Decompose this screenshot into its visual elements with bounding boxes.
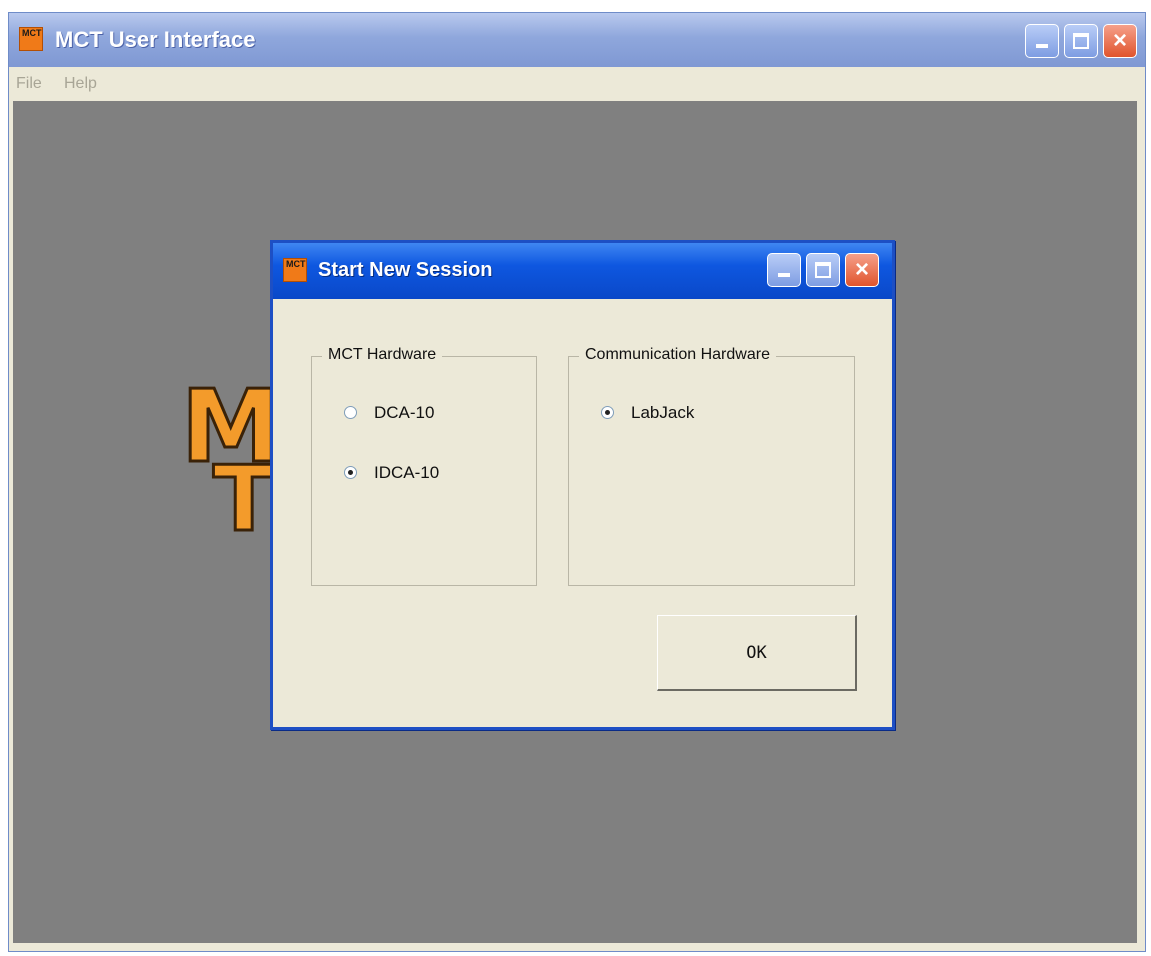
radio-button-selected[interactable] [601, 406, 614, 419]
mct-hardware-label: MCT Hardware [322, 346, 443, 364]
menu-file[interactable]: File [16, 75, 42, 93]
dialog-title: Start New Session [318, 259, 493, 281]
radio-button-selected[interactable] [344, 466, 357, 479]
dialog-title-bar[interactable]: MCT Start New Session × [273, 243, 892, 299]
mct-hardware-group: MCT Hardware DCA-10 IDCA-10 [311, 346, 537, 586]
close-button[interactable]: × [1103, 24, 1137, 58]
dialog-maximize-button[interactable] [806, 253, 840, 287]
start-session-dialog: MCT Start New Session × MCT Hardware DCA… [270, 240, 895, 730]
close-icon: × [1112, 27, 1127, 54]
dialog-logo-icon: MCT [283, 258, 307, 282]
communication-hardware-label: Communication Hardware [579, 346, 776, 364]
radio-label: IDCA-10 [374, 463, 440, 482]
menu-help[interactable]: Help [64, 75, 97, 93]
radio-button[interactable] [344, 406, 357, 419]
dialog-close-button[interactable]: × [845, 253, 879, 287]
close-icon: × [854, 256, 869, 283]
ok-button[interactable]: OK [657, 615, 857, 691]
dialog-minimize-button[interactable] [767, 253, 801, 287]
radio-label: LabJack [631, 403, 695, 422]
menu-bar: File Help [9, 67, 1145, 100]
window-title: MCT User Interface [55, 27, 256, 52]
maximize-icon [1073, 33, 1089, 49]
radio-label: DCA-10 [374, 403, 435, 422]
minimize-icon [778, 273, 790, 277]
communication-hardware-group: Communication Hardware LabJack [568, 346, 855, 586]
minimize-icon [1036, 44, 1048, 48]
minimize-button[interactable] [1025, 24, 1059, 58]
main-title-bar[interactable]: MCT MCT User Interface × [9, 13, 1145, 67]
maximize-button[interactable] [1064, 24, 1098, 58]
maximize-icon [815, 262, 831, 278]
app-logo-icon: MCT [19, 27, 43, 51]
